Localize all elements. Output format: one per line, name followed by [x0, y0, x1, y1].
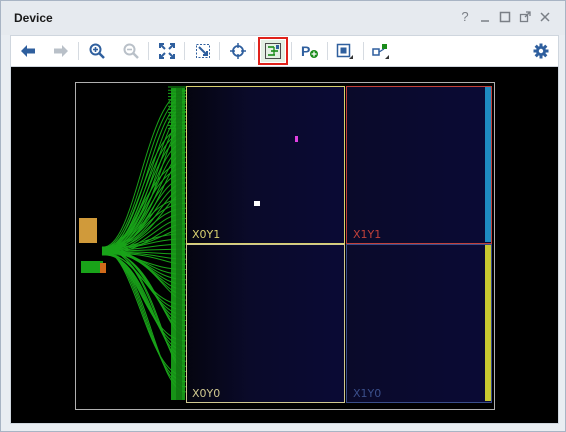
toolbar-separator	[291, 42, 292, 60]
clock-region-x1y0[interactable]: X1Y0	[346, 244, 492, 403]
routing-resources-icon[interactable]	[258, 37, 288, 65]
svg-text:P: P	[301, 43, 310, 59]
device-panel: Device ? P X0Y1 X1Y1 X0Y0 X1Y0	[0, 0, 566, 432]
draw-pblock-icon[interactable]	[333, 40, 357, 62]
float-icon[interactable]	[518, 10, 532, 24]
clock-region-x0y1[interactable]: X0Y1	[186, 86, 345, 244]
panel-title: Device	[14, 11, 53, 25]
minimize-icon[interactable]	[478, 10, 492, 24]
gt-column	[485, 87, 491, 242]
gt-column	[485, 245, 491, 401]
clock-region-x0y0[interactable]: X0Y0	[186, 244, 345, 403]
pblock-add-icon[interactable]: P	[298, 40, 322, 62]
toolbar-separator	[78, 42, 79, 60]
toolbar-separator	[363, 42, 364, 60]
draw-connection-icon[interactable]	[369, 40, 393, 62]
help-icon[interactable]: ?	[458, 10, 472, 24]
toolbar-separator	[219, 42, 220, 60]
close-icon[interactable]	[538, 10, 552, 24]
panel-titlebar: Device ?	[1, 1, 565, 35]
toolbar-separator	[184, 42, 185, 60]
io-bank	[79, 218, 97, 243]
toolbar-separator	[327, 42, 328, 60]
clock-region-label: X1Y1	[353, 228, 382, 241]
device-view-canvas[interactable]: X0Y1 X1Y1 X0Y0 X1Y0	[10, 66, 559, 424]
zoom-fit-icon[interactable]	[155, 40, 179, 62]
clock-region-x1y1[interactable]: X1Y1	[346, 86, 492, 244]
zoom-in-icon[interactable]	[85, 40, 109, 62]
fpga-device-outline: X0Y1 X1Y1 X0Y0 X1Y0	[75, 82, 495, 410]
restore-icon[interactable]	[498, 10, 512, 24]
placed-cell[interactable]	[254, 201, 260, 206]
io-bank	[81, 261, 103, 273]
io-bank	[100, 263, 106, 273]
auto-fit-selection-icon[interactable]	[226, 40, 250, 62]
clock-region-label: X0Y1	[192, 228, 221, 241]
forward-arrow-icon[interactable]	[49, 40, 73, 62]
zoom-out-icon[interactable]	[119, 40, 143, 62]
toolbar-separator	[254, 42, 255, 60]
toolbar-separator	[148, 42, 149, 60]
placed-cell[interactable]	[295, 136, 298, 142]
clock-region-label: X1Y0	[353, 387, 382, 400]
zoom-to-selected-icon[interactable]	[191, 40, 215, 62]
back-arrow-icon[interactable]	[16, 40, 40, 62]
settings-gear-icon[interactable]	[529, 40, 553, 62]
clock-region-label: X0Y0	[192, 387, 221, 400]
device-toolbar: P	[10, 35, 559, 67]
